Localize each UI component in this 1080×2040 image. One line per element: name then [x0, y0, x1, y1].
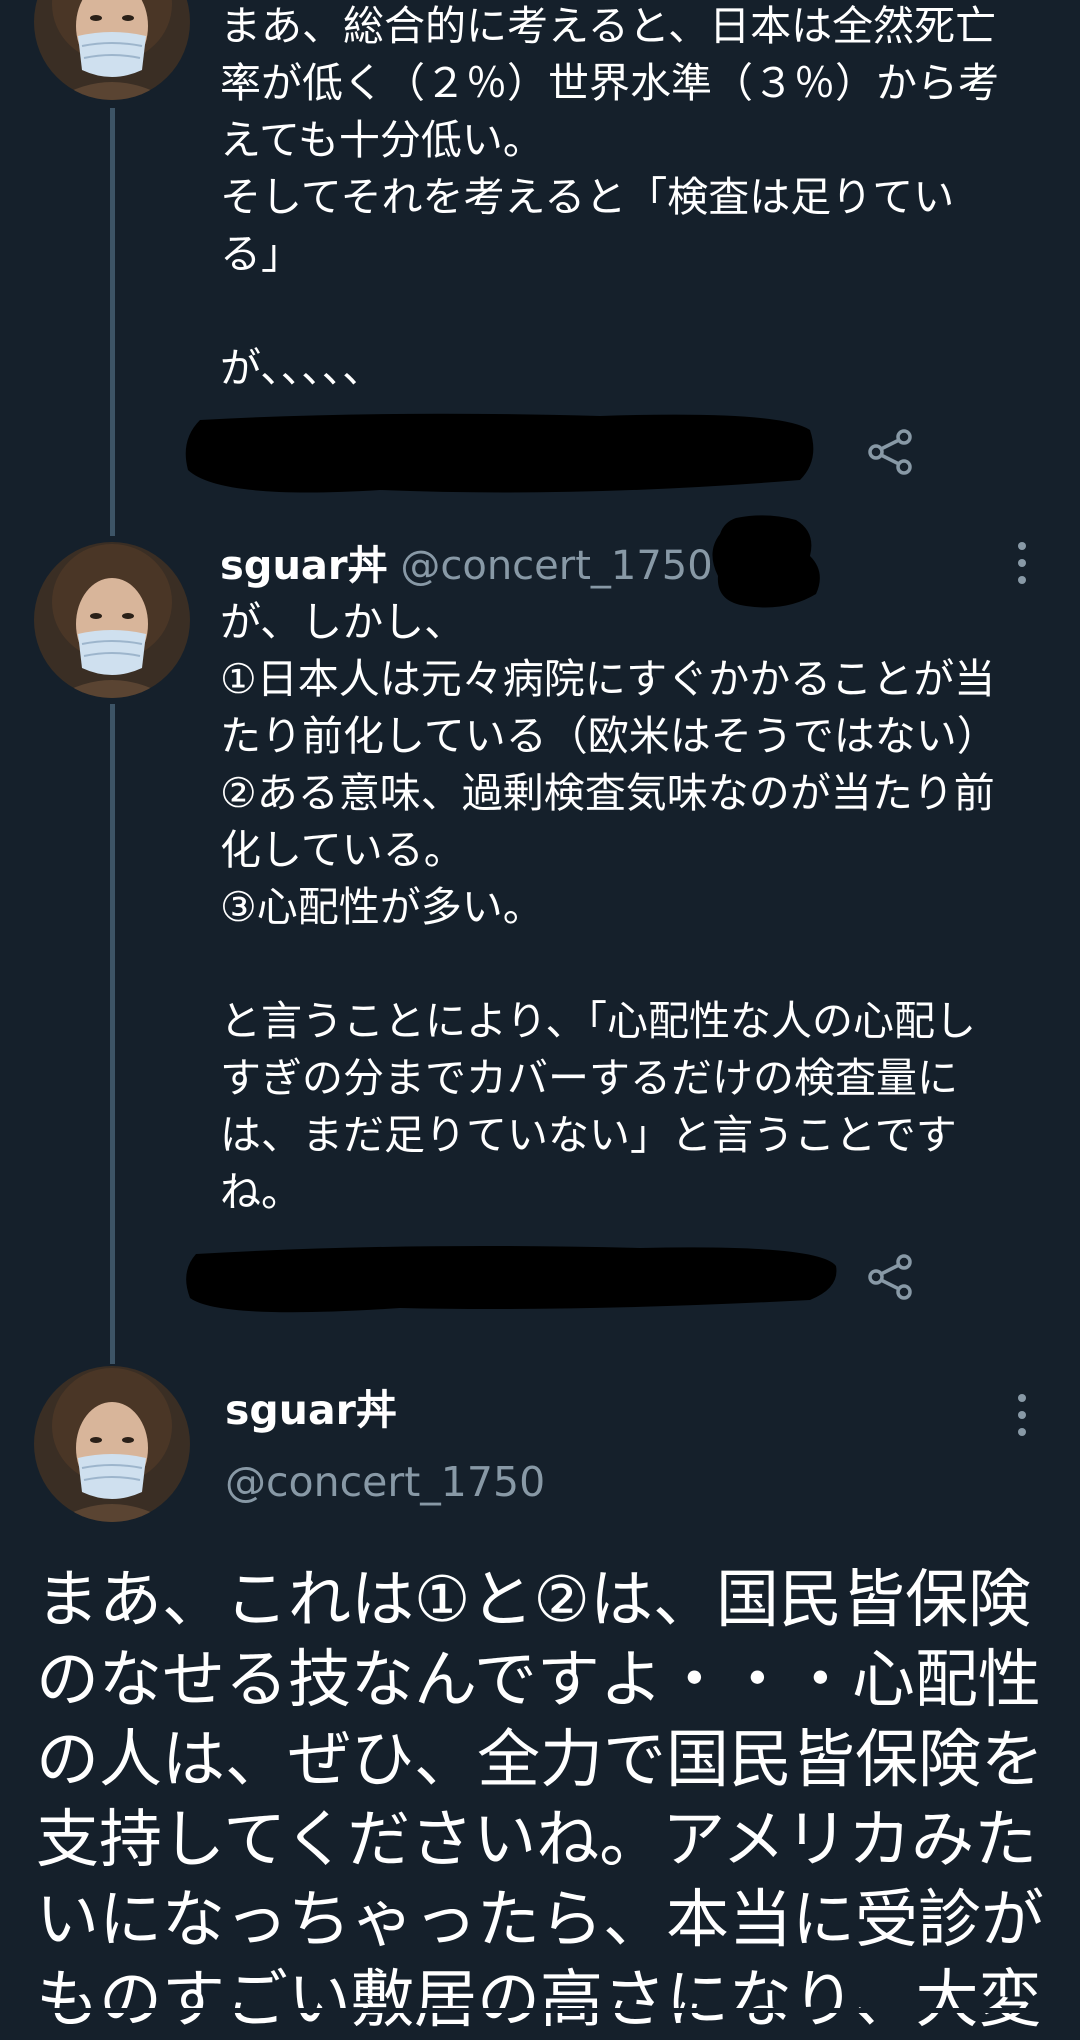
- tweet-text-1: まあ、総合的に考えると、日本は全然死亡 率が低く（２％）世界水準（３％）から考 …: [220, 2, 999, 392]
- redacted-action-bar-2: [186, 1246, 837, 1313]
- thread-line-1: [110, 108, 115, 536]
- redacted-action-bar-1: [185, 413, 814, 493]
- main-tweet-text: まあ、これは①と②は、国民皆保険 のなせる技なんですよ・・・心配性 の人は、ぜひ…: [36, 1563, 1044, 2036]
- bottom-edge: [0, 2008, 1080, 2013]
- avatar[interactable]: [34, 0, 190, 100]
- avatar-image: [34, 0, 190, 100]
- share-icon[interactable]: [866, 1252, 916, 1302]
- display-name[interactable]: sguar丼: [220, 543, 388, 589]
- more-options-icon[interactable]: [1012, 1390, 1032, 1440]
- avatar-image: [34, 1366, 190, 1522]
- avatar[interactable]: [34, 542, 190, 698]
- avatar[interactable]: [34, 1366, 190, 1522]
- thread-line-2: [110, 704, 115, 1364]
- tweet-text-2: が、しかし、 ①日本人は元々病院にすぐかかることが当 たり前化している（欧米はそ…: [220, 598, 998, 1216]
- avatar-image: [34, 542, 190, 698]
- more-options-icon[interactable]: [1012, 538, 1032, 588]
- handle[interactable]: @concert_1750: [225, 1452, 545, 1512]
- display-name[interactable]: sguar丼: [225, 1380, 397, 1440]
- handle[interactable]: @concert_1750: [400, 543, 712, 589]
- share-icon[interactable]: [866, 427, 916, 477]
- tweet-header-2: sguar丼 @concert_1750 ·: [220, 536, 738, 596]
